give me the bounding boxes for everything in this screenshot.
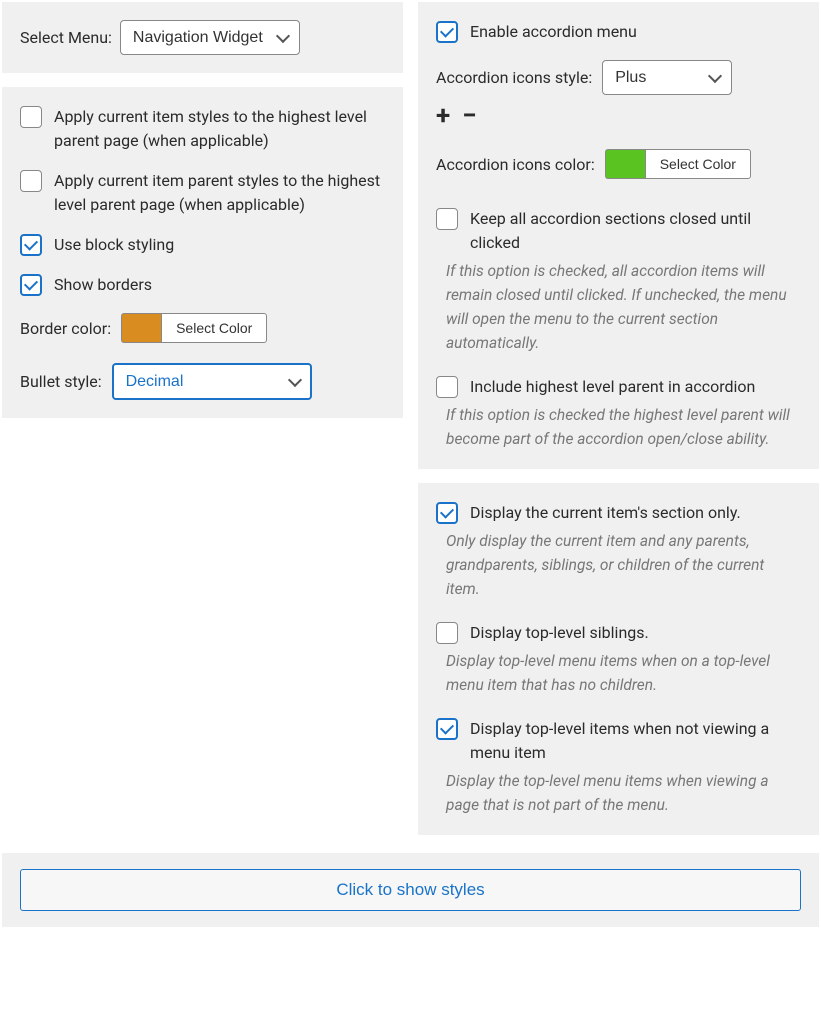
border-color-swatch[interactable] bbox=[121, 313, 161, 343]
display-current-checkbox[interactable] bbox=[436, 502, 458, 524]
accordion-icons-color-swatch[interactable] bbox=[605, 149, 645, 179]
accordion-icons-style-dropdown[interactable]: Plus bbox=[602, 60, 732, 95]
display-top-items-desc: Display the top-level menu items when vi… bbox=[436, 769, 801, 817]
accordion-icons-color-button[interactable]: Select Color bbox=[645, 149, 751, 179]
include-parent-label: Include highest level parent in accordio… bbox=[470, 375, 755, 399]
use-block-styling-checkbox[interactable] bbox=[20, 234, 42, 256]
accordion-panel: Enable accordion menu Accordion icons st… bbox=[418, 2, 819, 469]
use-block-styling-label: Use block styling bbox=[54, 233, 174, 257]
accordion-icons-color-picker[interactable]: Select Color bbox=[605, 149, 751, 179]
display-current-label: Display the current item's section only. bbox=[470, 501, 741, 525]
bullet-style-label: Bullet style: bbox=[20, 372, 102, 391]
show-styles-button[interactable]: Click to show styles bbox=[20, 869, 801, 911]
keep-closed-label: Keep all accordion sections closed until… bbox=[470, 207, 801, 255]
border-color-button[interactable]: Select Color bbox=[161, 313, 267, 343]
styling-panel: Apply current item styles to the highest… bbox=[2, 87, 403, 418]
accordion-icons-style-label: Accordion icons style: bbox=[436, 68, 592, 87]
apply-current-item-styles-checkbox[interactable] bbox=[20, 106, 42, 128]
select-menu-dropdown[interactable]: Navigation Widget bbox=[120, 20, 300, 55]
footer-panel: Click to show styles bbox=[2, 853, 819, 927]
apply-current-item-parent-styles-label: Apply current item parent styles to the … bbox=[54, 169, 385, 217]
border-color-picker[interactable]: Select Color bbox=[121, 313, 267, 343]
display-top-items-checkbox[interactable] bbox=[436, 718, 458, 740]
show-borders-label: Show borders bbox=[54, 273, 152, 297]
plus-icon: + bbox=[436, 103, 450, 129]
apply-current-item-parent-styles-checkbox[interactable] bbox=[20, 170, 42, 192]
display-current-desc: Only display the current item and any pa… bbox=[436, 529, 801, 601]
keep-closed-checkbox[interactable] bbox=[436, 208, 458, 230]
include-parent-checkbox[interactable] bbox=[436, 376, 458, 398]
enable-accordion-checkbox[interactable] bbox=[436, 21, 458, 43]
display-panel: Display the current item's section only.… bbox=[418, 483, 819, 835]
include-parent-desc: If this option is checked the highest le… bbox=[436, 403, 801, 451]
display-top-siblings-desc: Display top-level menu items when on a t… bbox=[436, 649, 801, 697]
minus-icon: − bbox=[462, 103, 476, 129]
select-menu-panel: Select Menu: Navigation Widget bbox=[2, 2, 403, 73]
display-top-items-label: Display top-level items when not viewing… bbox=[470, 717, 801, 765]
keep-closed-desc: If this option is checked, all accordion… bbox=[436, 259, 801, 355]
select-menu-label: Select Menu: bbox=[20, 28, 112, 47]
accordion-icons-color-label: Accordion icons color: bbox=[436, 155, 595, 174]
display-top-siblings-label: Display top-level siblings. bbox=[470, 621, 649, 645]
enable-accordion-label: Enable accordion menu bbox=[470, 20, 637, 44]
display-top-siblings-checkbox[interactable] bbox=[436, 622, 458, 644]
apply-current-item-styles-label: Apply current item styles to the highest… bbox=[54, 105, 385, 153]
border-color-label: Border color: bbox=[20, 319, 111, 338]
show-borders-checkbox[interactable] bbox=[20, 274, 42, 296]
bullet-style-dropdown[interactable]: Decimal bbox=[112, 363, 312, 400]
